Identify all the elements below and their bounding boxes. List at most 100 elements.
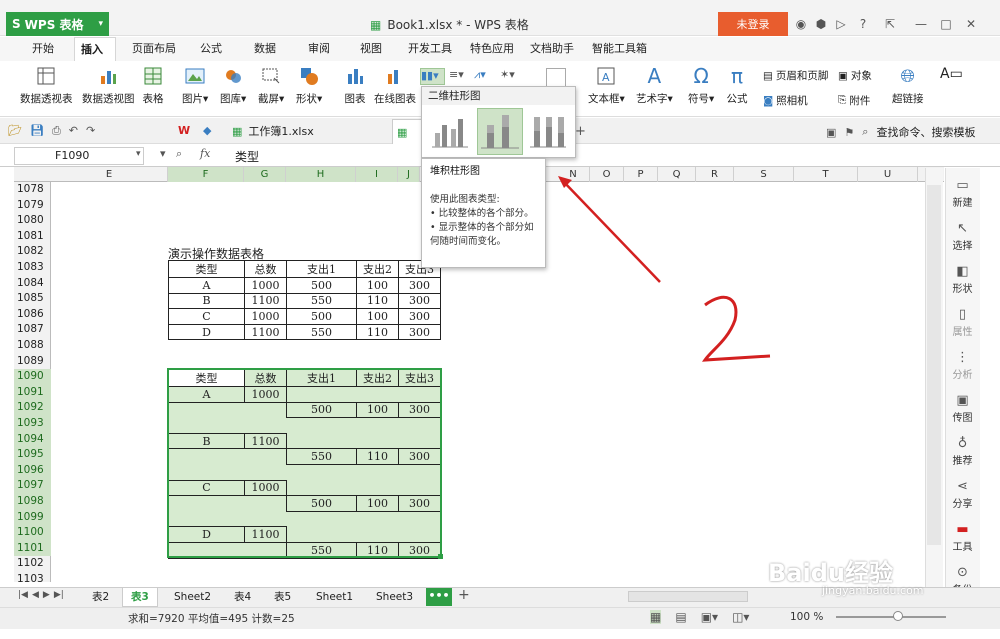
stacked-column-option[interactable]: [477, 108, 523, 155]
file-tab-book1[interactable]: ▦: [392, 119, 422, 144]
table-cell[interactable]: 支出1: [286, 260, 357, 278]
hyperlink-button[interactable]: 🌐︎ 超链接: [892, 65, 924, 106]
row-header[interactable]: 1079: [14, 198, 51, 214]
pivot-table-button[interactable]: 数据透视表: [20, 65, 73, 106]
app-menu-button[interactable]: S WPS 表格 ▾: [6, 12, 109, 36]
first-sheet-icon[interactable]: |◀: [18, 590, 28, 600]
row-header[interactable]: 1082: [14, 244, 51, 260]
row-header[interactable]: 1081: [14, 229, 51, 245]
online-chart-button[interactable]: 在线图表: [374, 65, 416, 106]
column-header[interactable]: E: [51, 167, 168, 182]
tab-data[interactable]: 数据: [248, 37, 282, 61]
last-sheet-icon[interactable]: ▶|: [54, 590, 64, 600]
table-cell[interactable]: 110: [356, 292, 399, 310]
shape-panel-button[interactable]: ◧ 形状: [945, 264, 980, 295]
page-layout-icon[interactable]: ▣▾: [701, 610, 718, 624]
chart-preview-icon[interactable]: [546, 68, 566, 88]
screenshot-button[interactable]: 截屏▾: [258, 65, 284, 106]
column-header[interactable]: F: [168, 167, 244, 182]
table-cell[interactable]: C: [168, 308, 245, 325]
clustered-column-option[interactable]: [430, 111, 470, 151]
column-header[interactable]: I: [356, 167, 398, 182]
tab-developer[interactable]: 开发工具: [402, 37, 458, 61]
line-chart-dropdown[interactable]: ⩘▾: [474, 68, 486, 82]
row-header[interactable]: 1086: [14, 307, 51, 323]
prev-sheet-icon[interactable]: ◀: [32, 590, 39, 600]
table-cell[interactable]: 1000: [244, 277, 287, 294]
reading-mode-icon[interactable]: ◫▾: [732, 610, 749, 624]
close-icon[interactable]: ✕: [963, 16, 979, 32]
table-cell[interactable]: 1100: [244, 323, 287, 341]
textbox-button[interactable]: A 文本框▾: [588, 65, 625, 106]
settings-icon[interactable]: ⬢: [813, 16, 829, 32]
other-chart-dropdown[interactable]: ✶▾: [500, 68, 515, 81]
sheet-tab[interactable]: Sheet3: [368, 588, 421, 607]
table-cell[interactable]: 1100: [244, 292, 287, 310]
tab-insert[interactable]: 插入: [74, 37, 116, 61]
table-cell[interactable]: 300: [398, 323, 441, 341]
undo-icon[interactable]: ↶: [69, 124, 78, 138]
row-header[interactable]: 1088: [14, 338, 51, 354]
table-cell[interactable]: 1000: [244, 308, 287, 325]
picture-button[interactable]: 图片▾: [182, 65, 208, 106]
table-cell[interactable]: 支出2: [356, 260, 399, 278]
feedback-icon[interactable]: ▣: [826, 126, 836, 139]
table-cell[interactable]: D: [168, 323, 245, 341]
formula-input[interactable]: 类型: [235, 148, 259, 165]
sheet-tab[interactable]: Sheet2: [166, 588, 219, 607]
skin-icon[interactable]: ◉: [793, 16, 809, 32]
chevron-down-icon[interactable]: ▾: [160, 147, 166, 160]
next-sheet-icon[interactable]: ▶: [43, 590, 50, 600]
table-cell[interactable]: B: [168, 292, 245, 310]
print-icon[interactable]: ⎙: [52, 124, 61, 138]
row-header[interactable]: 1080: [14, 213, 51, 229]
column-header[interactable]: U: [858, 167, 918, 182]
row-header[interactable]: 1101: [14, 540, 51, 557]
property-panel-button[interactable]: ▯ 属性: [945, 307, 980, 338]
wps-doc-icon[interactable]: W: [178, 124, 190, 137]
row-header[interactable]: 1083: [14, 260, 51, 276]
table-cell[interactable]: 类型: [168, 260, 245, 278]
percent-stacked-column-option[interactable]: [528, 111, 568, 151]
object-button[interactable]: ▣ 对象: [838, 68, 872, 83]
table-cell[interactable]: 110: [356, 323, 399, 341]
tab-page-layout[interactable]: 页面布局: [126, 37, 182, 61]
name-box[interactable]: F1090: [14, 147, 144, 165]
bar-chart-dropdown[interactable]: ≡▾: [449, 68, 464, 81]
tab-special[interactable]: 特色应用: [464, 37, 520, 61]
shape-button[interactable]: 形状▾: [296, 65, 322, 106]
table-cell[interactable]: 总数: [244, 260, 287, 278]
zoom-icon[interactable]: ⌕: [176, 147, 182, 161]
table-cell[interactable]: 500: [286, 308, 357, 325]
column-header[interactable]: G: [244, 167, 286, 182]
sheet-tab[interactable]: 表2: [84, 588, 117, 607]
file-tab-workbook1[interactable]: ▦ 工作簿1.xlsx ✕: [224, 119, 417, 144]
row-header[interactable]: 1089: [14, 354, 51, 370]
row-header[interactable]: 1090: [14, 369, 51, 385]
column-header[interactable]: H: [286, 167, 356, 182]
tab-home[interactable]: 开始: [26, 37, 60, 61]
wordart-button[interactable]: A 艺术字▾: [636, 64, 673, 106]
row-header[interactable]: 1094: [14, 431, 51, 448]
normal-view-icon[interactable]: ▦: [650, 610, 662, 624]
table-cell[interactable]: 500: [286, 277, 357, 294]
sheet-tab[interactable]: Sheet1: [308, 588, 361, 607]
row-header[interactable]: 1103: [14, 572, 51, 588]
scroll-thumb[interactable]: [927, 185, 941, 545]
sheet-tab[interactable]: 表4: [226, 588, 259, 607]
table-cell[interactable]: 300: [398, 308, 441, 325]
row-header[interactable]: 1091: [14, 384, 51, 401]
add-sheet-icon[interactable]: +: [458, 587, 470, 603]
row-header[interactable]: 1098: [14, 494, 51, 510]
horizontal-scrollbar[interactable]: [628, 591, 748, 602]
column-chart-dropdown[interactable]: ▮▮▾: [420, 68, 445, 85]
chevron-down-icon[interactable]: ▾: [136, 149, 141, 159]
share-icon[interactable]: ▷: [833, 16, 849, 32]
text-format-icon[interactable]: A▭: [940, 66, 963, 82]
open-icon[interactable]: 📂︎: [8, 124, 22, 138]
zoom-slider-thumb[interactable]: [893, 611, 903, 621]
more-sheets-button[interactable]: •••: [426, 588, 452, 606]
fx-icon[interactable]: fx: [200, 147, 210, 160]
row-header[interactable]: 1084: [14, 276, 51, 292]
row-header[interactable]: 1097: [14, 478, 51, 494]
